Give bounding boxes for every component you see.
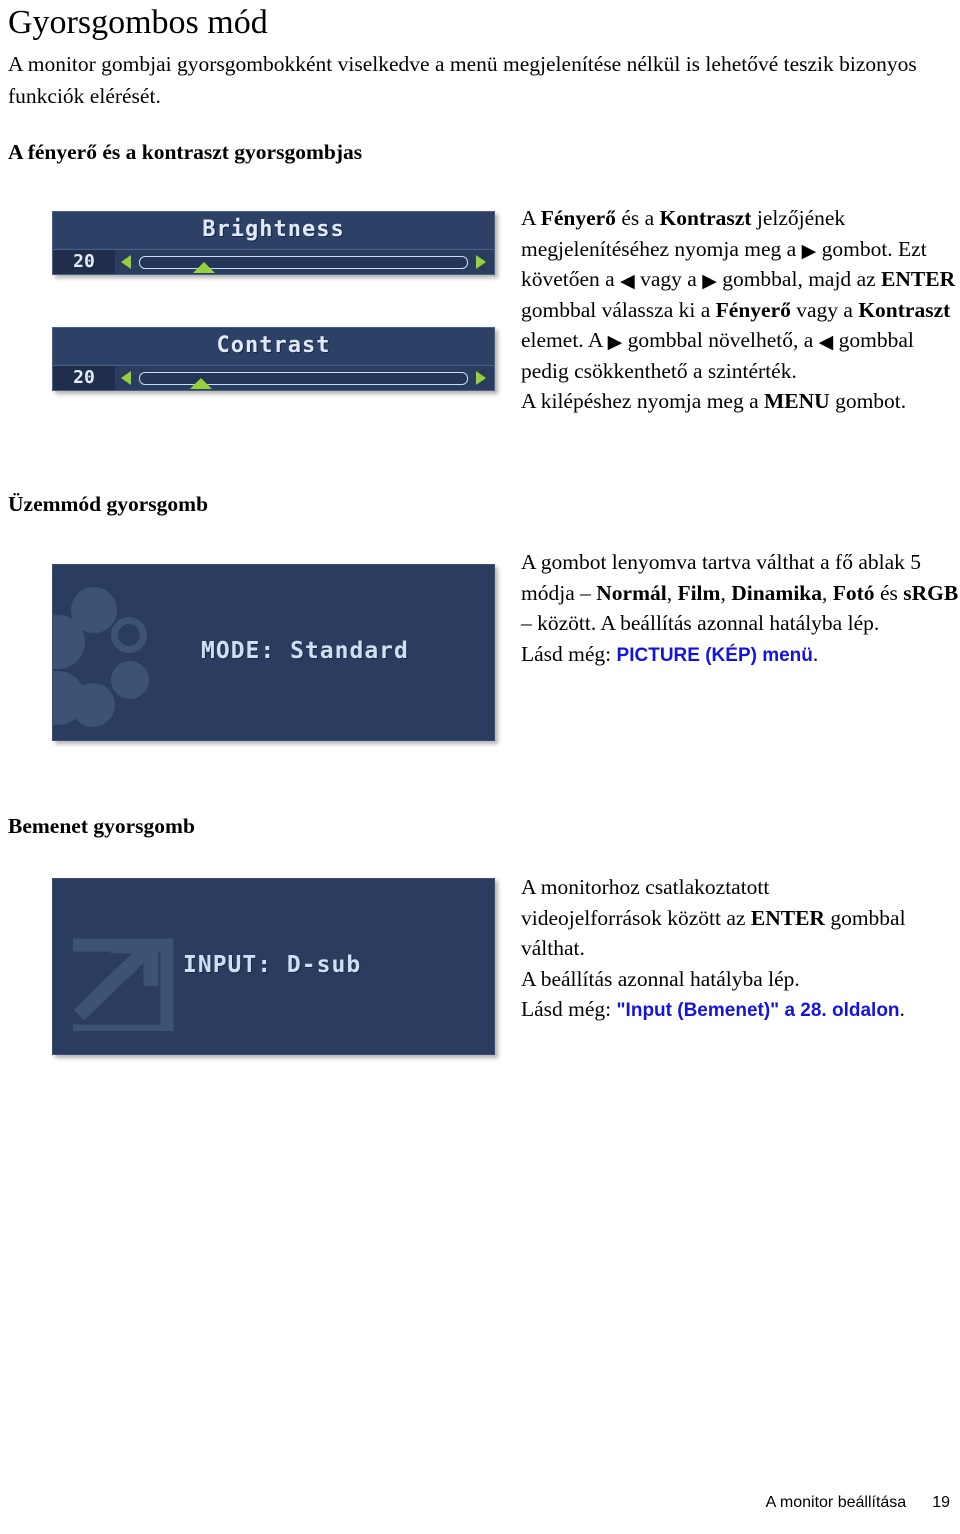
page-title: Gyorsgombos mód xyxy=(8,4,268,41)
decrease-arrow-icon[interactable] xyxy=(121,371,131,385)
m-l3b1: sRGB xyxy=(903,580,959,605)
page-footer: A monitor beállítása 19 xyxy=(766,1494,950,1512)
t-l1d: jelzőjének xyxy=(751,206,846,230)
osd-contrast-title: Contrast xyxy=(53,328,494,365)
footer-page-number: 19 xyxy=(932,1494,950,1511)
t-l3b: vagy a xyxy=(634,267,703,291)
osd-contrast-track[interactable] xyxy=(139,372,468,385)
i-l1: A monitorhoz csatlakoztatott xyxy=(521,875,770,899)
osd-mode-label: MODE: Standard xyxy=(201,638,409,664)
increase-arrow-icon[interactable] xyxy=(476,371,486,385)
m-l3a: és xyxy=(879,580,904,605)
osd-brightness-panel: Brightness 20 xyxy=(52,211,495,275)
input-source-icon xyxy=(73,938,174,1031)
deco-circle-icon xyxy=(111,661,149,699)
t-l5c: elemet. A xyxy=(521,328,608,352)
t-l8b1: MENU xyxy=(764,389,830,413)
t-l1b1: Fényerő xyxy=(540,206,616,230)
m-l4: hatályba lép. xyxy=(769,611,880,635)
m-l2b3: Dinamika xyxy=(731,580,823,605)
t-l8c: gombot. xyxy=(829,389,907,413)
osd-contrast-value: 20 xyxy=(53,366,115,390)
right-arrow-icon: ▶ xyxy=(702,270,717,292)
osd-contrast-thumb[interactable] xyxy=(190,378,212,389)
i-l4: A beállítás azonnal hatályba lép. xyxy=(521,966,800,991)
footer-label: A monitor beállítása xyxy=(765,1494,907,1511)
osd-input-label: INPUT: D-sub xyxy=(183,952,362,978)
i-l2c: gombbal xyxy=(824,905,906,930)
osd-brightness-title: Brightness xyxy=(53,212,494,249)
section-heading-mode: Üzemmód gyorsgomb xyxy=(8,492,209,516)
t-l5a: vagy a xyxy=(796,297,859,322)
right-arrow-icon: ▶ xyxy=(801,239,817,262)
t-l1c: és a xyxy=(615,206,660,230)
left-arrow-icon: ◀ xyxy=(818,331,834,353)
t-l4a: az xyxy=(856,267,882,291)
osd-contrast-panel: Contrast 20 xyxy=(52,327,495,391)
t-l5d: gombbal xyxy=(622,328,703,352)
increase-arrow-icon[interactable] xyxy=(476,255,486,269)
m-l5a: Lásd még: xyxy=(521,641,617,666)
osd-brightness-thumb[interactable] xyxy=(193,262,215,273)
m-l2b2: Film xyxy=(677,580,721,605)
osd-contrast-slider-row[interactable]: 20 xyxy=(53,365,494,390)
decrease-arrow-icon[interactable] xyxy=(121,255,131,269)
deco-ring-icon xyxy=(111,617,147,653)
section-heading-brightness: A fényerő és a kontraszt gyorsgombjas xyxy=(8,140,363,164)
i-l2b1: ENTER xyxy=(750,905,825,930)
m-l2c2: , xyxy=(720,580,732,605)
brightness-description: A Fényerő és a Kontraszt jelzőjének megj… xyxy=(521,203,960,417)
i-l2a: videojelforrások között az xyxy=(521,905,751,930)
m-l5b: . xyxy=(812,641,819,666)
t-l1a: A xyxy=(521,206,541,230)
right-arrow-icon: ▶ xyxy=(607,331,623,353)
m-l3c: – között. A beállítás azonnal xyxy=(521,611,765,635)
osd-input-panel: INPUT: D-sub xyxy=(52,878,495,1055)
t-l1b2: Kontraszt xyxy=(659,206,752,230)
t-l4c: gombbal válassza ki a xyxy=(521,297,716,322)
t-l3c: gombbal, majd xyxy=(716,267,852,291)
deco-circle-icon xyxy=(71,587,117,633)
mode-description: A gombot lenyomva tartva válthat a fő ab… xyxy=(521,547,960,671)
t-l5b1: Kontraszt xyxy=(858,297,951,322)
i-l5a: Lásd még: xyxy=(521,997,617,1021)
left-arrow-icon: ◀ xyxy=(620,270,635,292)
document-page: Gyorsgombos mód A monitor gombjai gyorsg… xyxy=(0,0,960,1534)
t-l2a: megjelenítéséhez nyomja meg a xyxy=(521,236,802,261)
i-l5b: . xyxy=(899,997,905,1021)
input-description: A monitorhoz csatlakoztatott videojelfor… xyxy=(521,872,960,1027)
m-l1: A gombot lenyomva tartva válthat a fő ab… xyxy=(521,550,905,574)
osd-brightness-slider-row[interactable]: 20 xyxy=(53,249,494,274)
t-l6a: növelhető, a xyxy=(708,328,819,352)
deco-circle-icon xyxy=(71,683,115,727)
link-picture-menu[interactable]: PICTURE (KÉP) menü xyxy=(617,645,813,666)
m-l2b1: Normál xyxy=(596,580,667,605)
i-l3: válthat. xyxy=(521,936,585,960)
m-l2c1: , xyxy=(666,580,678,605)
t-l2b: gombot. xyxy=(816,236,893,261)
link-input-page-28[interactable]: "Input (Bemenet)" a 28. oldalon xyxy=(617,1000,900,1021)
m-l2c3: , xyxy=(822,580,833,605)
osd-brightness-value: 20 xyxy=(53,250,115,274)
section-heading-input: Bemenet gyorsgomb xyxy=(8,814,195,838)
t-l7a: a szintérték. xyxy=(692,358,797,383)
t-l4b1: ENTER xyxy=(881,267,956,291)
m-l2b4: Fotó xyxy=(832,580,875,605)
osd-brightness-track[interactable] xyxy=(139,256,468,269)
osd-mode-panel: MODE: Standard xyxy=(52,564,495,741)
t-l4b2: Fényerő xyxy=(715,297,791,322)
t-l8a: A kilépéshez nyomja meg a xyxy=(521,389,764,413)
intro-paragraph: A monitor gombjai gyorsgombokként viselk… xyxy=(8,52,917,108)
